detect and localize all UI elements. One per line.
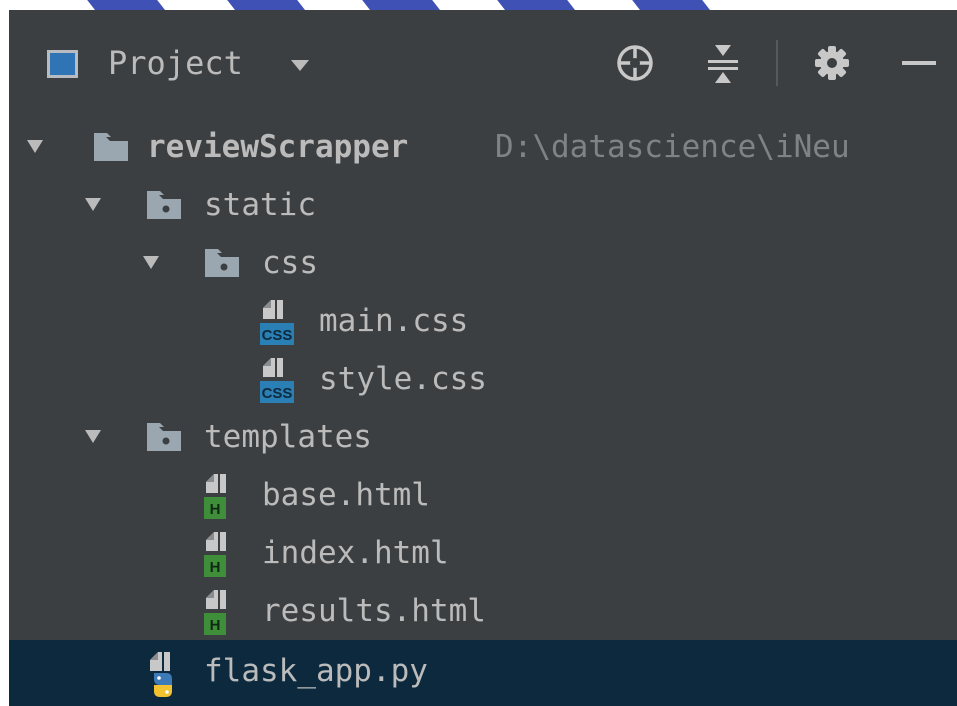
toolbar-separator (776, 40, 778, 86)
html-badge-text: H (210, 559, 221, 576)
css-badge-text: CSS (262, 327, 293, 344)
folder-icon (94, 133, 128, 161)
tree-row-file-main-css[interactable]: CSS main.css (9, 292, 957, 350)
project-view-selector[interactable]: Project (108, 43, 243, 83)
html-badge-text: H (210, 501, 221, 518)
gear-icon[interactable] (814, 45, 850, 81)
tree-item-label: static (204, 187, 316, 223)
css-file-icon: CSS (260, 300, 294, 345)
tree-item-label: templates (204, 419, 372, 455)
html-file-icon: H (204, 532, 226, 577)
tree-row-folder-static[interactable]: static (9, 176, 957, 234)
expanded-arrow-icon[interactable] (143, 256, 159, 270)
expanded-arrow-icon[interactable] (27, 140, 43, 154)
collapse-all-icon[interactable] (706, 43, 740, 85)
tree-item-label: style.css (319, 361, 487, 397)
css-file-icon: CSS (260, 358, 294, 403)
project-path: D:\datascience\iNeu (495, 129, 850, 165)
tree-item-label: base.html (262, 477, 430, 513)
package-folder-icon (147, 423, 181, 451)
html-file-icon: H (204, 590, 226, 635)
tree-item-label: css (262, 245, 318, 281)
python-file-icon (150, 652, 172, 697)
tree-row-file-index-html[interactable]: H index.html (9, 524, 957, 582)
project-tool-window: Project reviewScrapper D:\datascience\iN… (9, 10, 957, 706)
tree-item-label: results.html (262, 593, 486, 629)
tree-item-label: flask_app.py (204, 653, 428, 689)
tree-row-file-base-html[interactable]: H base.html (9, 466, 957, 524)
package-folder-icon (147, 191, 181, 219)
package-folder-icon (205, 249, 239, 277)
tree-item-label: index.html (262, 535, 449, 571)
css-badge-text: CSS (262, 385, 293, 402)
tree-item-label: main.css (319, 303, 469, 339)
project-toolbar: Project (9, 10, 957, 118)
tree-row-file-results-html[interactable]: H results.html (9, 582, 957, 640)
project-window-icon (47, 50, 78, 78)
tree-row-file-flask-app-py[interactable]: flask_app.py (9, 640, 957, 706)
html-badge-text: H (210, 617, 221, 634)
tree-item-label: reviewScrapper (147, 129, 409, 165)
expanded-arrow-icon[interactable] (85, 198, 101, 212)
tree-row-root-folder[interactable]: reviewScrapper D:\datascience\iNeu (9, 118, 957, 176)
expanded-arrow-icon[interactable] (85, 430, 101, 444)
chevron-down-icon[interactable] (291, 60, 309, 72)
minimize-icon[interactable] (902, 61, 936, 67)
tree-row-file-style-css[interactable]: CSS style.css (9, 350, 957, 408)
tree-row-folder-css[interactable]: css (9, 234, 957, 292)
locate-target-icon[interactable] (615, 43, 655, 83)
html-file-icon: H (204, 474, 226, 519)
tree-row-folder-templates[interactable]: templates (9, 408, 957, 466)
